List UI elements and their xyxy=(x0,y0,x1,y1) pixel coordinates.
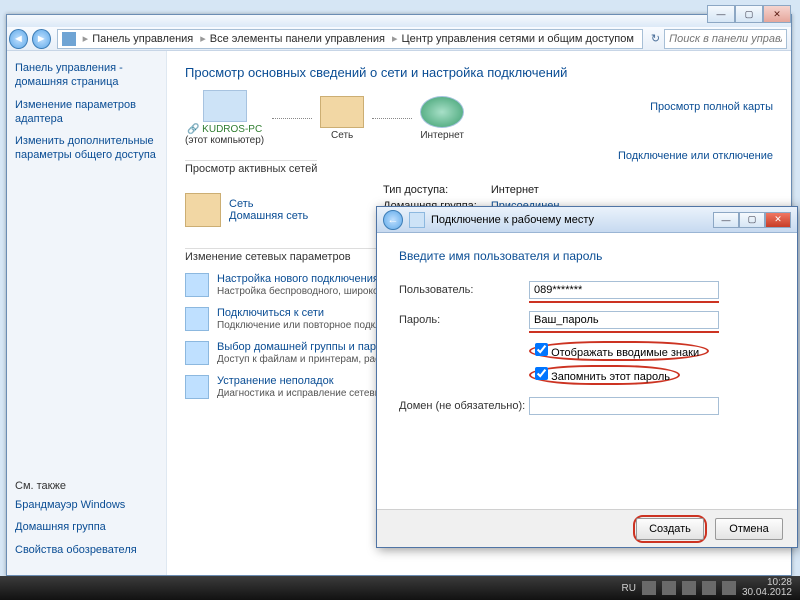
network-type-link[interactable]: Домашняя сеть xyxy=(229,210,308,222)
sidebar-home[interactable]: Панель управления - домашняя страница xyxy=(15,61,158,90)
wizard-close-button[interactable]: ✕ xyxy=(765,212,791,228)
domain-label: Домен (не обязательно): xyxy=(399,400,529,412)
search-input[interactable] xyxy=(665,33,786,45)
wizard-titlebar[interactable]: ← Подключение к рабочему месту — ▢ ✕ xyxy=(377,207,797,233)
search-box[interactable] xyxy=(664,29,787,49)
tray-icon[interactable] xyxy=(662,581,676,595)
tray-icon[interactable] xyxy=(642,581,656,595)
wizard-icon xyxy=(409,212,425,228)
network-tray-icon[interactable] xyxy=(702,581,716,595)
connect-network-icon xyxy=(185,307,209,331)
create-button[interactable]: Создать xyxy=(636,518,704,540)
password-label: Пароль: xyxy=(399,314,529,326)
house-icon xyxy=(185,193,221,227)
connect-disconnect-link[interactable]: Подключение или отключение xyxy=(618,150,773,175)
address-bar: ◄ ► ▸ Панель управления ▸ Все элементы п… xyxy=(7,27,791,51)
language-indicator[interactable]: RU xyxy=(621,583,635,594)
titlebar: — ▢ ✕ xyxy=(7,15,791,27)
remember-password-checkbox[interactable] xyxy=(535,367,548,380)
cancel-button[interactable]: Отмена xyxy=(715,518,783,540)
wizard-back-button[interactable]: ← xyxy=(383,210,403,230)
annotation-mark xyxy=(529,331,719,333)
task-troubleshoot[interactable]: Устранение неполадок xyxy=(217,375,334,387)
annotation-mark xyxy=(529,301,719,303)
password-input[interactable] xyxy=(529,311,719,329)
wizard-minimize-button[interactable]: — xyxy=(713,212,739,228)
breadcrumb[interactable]: ▸ Панель управления ▸ Все элементы панел… xyxy=(57,29,643,49)
flag-icon[interactable] xyxy=(682,581,696,595)
sidebar-adapter-settings[interactable]: Изменение параметров адаптера xyxy=(15,98,158,127)
close-button[interactable]: ✕ xyxy=(763,5,791,23)
full-map-link[interactable]: Просмотр полной карты xyxy=(650,101,773,113)
taskbar[interactable]: RU 10:28 30.04.2012 xyxy=(0,576,800,600)
sidebar-firewall[interactable]: Брандмауэр Windows xyxy=(15,498,158,512)
username-label: Пользователь: xyxy=(399,284,529,296)
connection-wizard-dialog: ← Подключение к рабочему месту — ▢ ✕ Вве… xyxy=(376,206,798,548)
troubleshoot-icon xyxy=(185,375,209,399)
computer-icon xyxy=(203,90,247,122)
clock[interactable]: 10:28 30.04.2012 xyxy=(742,578,792,599)
network-name-link[interactable]: Сеть xyxy=(229,198,253,210)
maximize-button[interactable]: ▢ xyxy=(735,5,763,23)
globe-icon xyxy=(420,96,464,128)
show-chars-checkbox[interactable] xyxy=(535,343,548,356)
network-map: 🔗 KUDROS-PC (этот компьютер) Сеть Интерн… xyxy=(185,90,773,146)
sidebar-internet-options[interactable]: Свойства обозревателя xyxy=(15,543,158,557)
back-button[interactable]: ◄ xyxy=(9,29,28,49)
homegroup-icon xyxy=(185,341,209,365)
computer-name: 🔗 KUDROS-PC xyxy=(185,124,264,135)
wizard-maximize-button[interactable]: ▢ xyxy=(739,212,765,228)
volume-icon[interactable] xyxy=(722,581,736,595)
domain-input[interactable] xyxy=(529,397,719,415)
refresh-button[interactable]: ↻ xyxy=(647,32,664,45)
sidebar-see-also: См. также xyxy=(15,480,158,492)
task-connect-network[interactable]: Подключиться к сети xyxy=(217,307,324,319)
breadcrumb-part[interactable]: Все элементы панели управления xyxy=(210,33,385,45)
control-panel-icon xyxy=(62,32,76,46)
active-networks-heading: Просмотр активных сетей xyxy=(185,160,317,175)
breadcrumb-part[interactable]: Центр управления сетями и общим доступом xyxy=(402,33,634,45)
new-connection-icon xyxy=(185,273,209,297)
page-heading: Просмотр основных сведений о сети и наст… xyxy=(185,65,773,80)
sidebar-homegroup[interactable]: Домашняя группа xyxy=(15,520,158,534)
wizard-heading: Введите имя пользователя и пароль xyxy=(399,249,775,263)
sidebar: Панель управления - домашняя страница Из… xyxy=(7,51,167,575)
breadcrumb-part[interactable]: Панель управления xyxy=(92,33,193,45)
forward-button[interactable]: ► xyxy=(32,29,51,49)
username-input[interactable] xyxy=(529,281,719,299)
wizard-title: Подключение к рабочему месту xyxy=(431,214,594,226)
sidebar-sharing-settings[interactable]: Изменить дополнительные параметры общего… xyxy=(15,134,158,163)
network-icon xyxy=(320,96,364,128)
minimize-button[interactable]: — xyxy=(707,5,735,23)
annotation-mark: Создать xyxy=(633,515,707,543)
